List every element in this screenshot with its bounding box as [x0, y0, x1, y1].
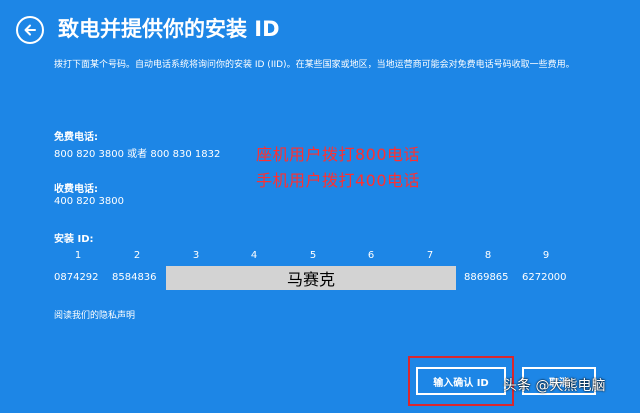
- install-id-index: 9: [542, 250, 550, 261]
- back-arrow-icon: [24, 24, 36, 36]
- free-phone-label: 免费电话:: [54, 132, 98, 143]
- privacy-statement-link[interactable]: 阅读我们的隐私声明: [54, 308, 135, 321]
- instructions-text: 拨打下面某个号码。自动电话系统将询问你的安装 ID (IID)。在某些国家或地区…: [54, 60, 575, 70]
- install-id-block: 8869865: [464, 272, 509, 283]
- mosaic-redaction: 马赛克: [166, 266, 456, 290]
- back-button[interactable]: [16, 16, 44, 44]
- install-id-index: 2: [133, 250, 141, 261]
- install-id-index: 7: [426, 250, 434, 261]
- annotation-mobile: 手机用户拨打400电话: [256, 171, 421, 190]
- install-id-index: 3: [192, 250, 200, 261]
- watermark: 头条 @大熊电脑: [503, 378, 606, 394]
- enter-confirmation-id-button[interactable]: 输入确认 ID: [416, 367, 506, 395]
- install-id-index: 8: [484, 250, 492, 261]
- annotation-landline: 座机用户拨打800电话: [256, 145, 421, 164]
- install-id-index: 1: [74, 250, 82, 261]
- install-id-index: 4: [250, 250, 258, 261]
- paid-phone-label: 收费电话:: [54, 184, 98, 195]
- free-phone-numbers: 800 820 3800 或者 800 830 1832: [54, 149, 221, 160]
- paid-phone-number: 400 820 3800: [54, 196, 124, 207]
- install-id-block: 6272000: [522, 272, 567, 283]
- install-id-block: 8584836: [112, 272, 157, 283]
- install-id-label: 安装 ID:: [54, 234, 94, 245]
- install-id-index: 5: [309, 250, 317, 261]
- install-id-index: 6: [367, 250, 375, 261]
- page-title: 致电并提供你的安装 ID: [58, 17, 280, 41]
- install-id-block: 0874292: [54, 272, 99, 283]
